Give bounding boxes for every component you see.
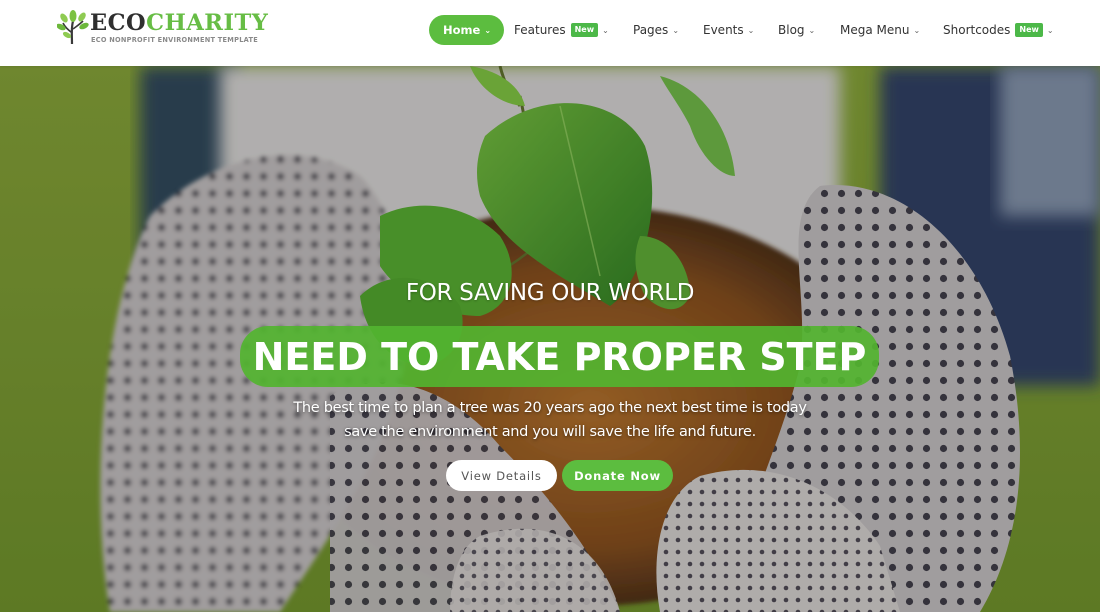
chevron-down-icon: ⌄ bbox=[808, 25, 816, 35]
site-header: ECOCHARITY ECO NONPROFIT ENVIRONMENT TEM… bbox=[0, 0, 1100, 66]
logo[interactable]: ECOCHARITY ECO NONPROFIT ENVIRONMENT TEM… bbox=[57, 9, 268, 49]
chevron-down-icon: ⌄ bbox=[672, 25, 680, 35]
nav-item-mega-menu[interactable]: Mega Menu ⌄ bbox=[840, 15, 920, 45]
donate-now-button[interactable]: Donate Now bbox=[562, 460, 673, 491]
nav-item-pages[interactable]: Pages ⌄ bbox=[633, 15, 679, 45]
chevron-down-icon: ⌄ bbox=[913, 25, 921, 35]
new-badge: New bbox=[570, 23, 599, 37]
nav-item-label: Features bbox=[514, 23, 566, 37]
nav-item-home[interactable]: Home ⌄ bbox=[429, 15, 505, 45]
nav-item-label: Home bbox=[443, 23, 481, 37]
hero-title: NEED TO TAKE PROPER STEP bbox=[252, 334, 867, 379]
brand-tagline: ECO NONPROFIT ENVIRONMENT TEMPLATE bbox=[91, 36, 259, 44]
nav-item-events[interactable]: Events ⌄ bbox=[703, 15, 754, 45]
chevron-down-icon: ⌄ bbox=[1046, 25, 1054, 35]
hero-description-line2: save the environment and you will save t… bbox=[344, 424, 756, 440]
chevron-down-icon: ⌄ bbox=[484, 25, 492, 35]
view-details-button[interactable]: View Details bbox=[446, 460, 557, 491]
hero-subtitle: FOR SAVING OUR WORLD bbox=[405, 280, 695, 306]
nav-item-label: Shortcodes bbox=[943, 23, 1011, 37]
hero-description-line1: The best time to plan a tree was 20 year… bbox=[293, 400, 807, 416]
chevron-down-icon: ⌄ bbox=[602, 25, 609, 35]
hero-slider: FOR SAVING OUR WORLD NEED TO TAKE PROPER… bbox=[0, 66, 1100, 612]
brand-name: ECOCHARITY bbox=[90, 10, 268, 36]
brand-name-part2: CHARITY bbox=[146, 10, 269, 36]
hero-title-banner: NEED TO TAKE PROPER STEP bbox=[240, 326, 879, 387]
nav-item-blog[interactable]: Blog ⌄ bbox=[778, 15, 815, 45]
nav-item-label: Mega Menu bbox=[840, 23, 910, 37]
nav-item-label: Blog bbox=[778, 23, 805, 37]
nav-item-features[interactable]: Features New ⌄ bbox=[514, 15, 609, 45]
nav-item-label: Pages bbox=[633, 23, 669, 37]
nav-item-label: Events bbox=[703, 23, 744, 37]
chevron-down-icon: ⌄ bbox=[747, 25, 755, 35]
tree-sprout-icon bbox=[57, 10, 89, 45]
hero-description: The best time to plan a tree was 20 year… bbox=[0, 396, 1100, 444]
brand-name-part1: ECO bbox=[90, 10, 147, 36]
new-badge: New bbox=[1015, 23, 1043, 37]
nav-item-shortcodes[interactable]: Shortcodes New ⌄ bbox=[943, 15, 1054, 45]
